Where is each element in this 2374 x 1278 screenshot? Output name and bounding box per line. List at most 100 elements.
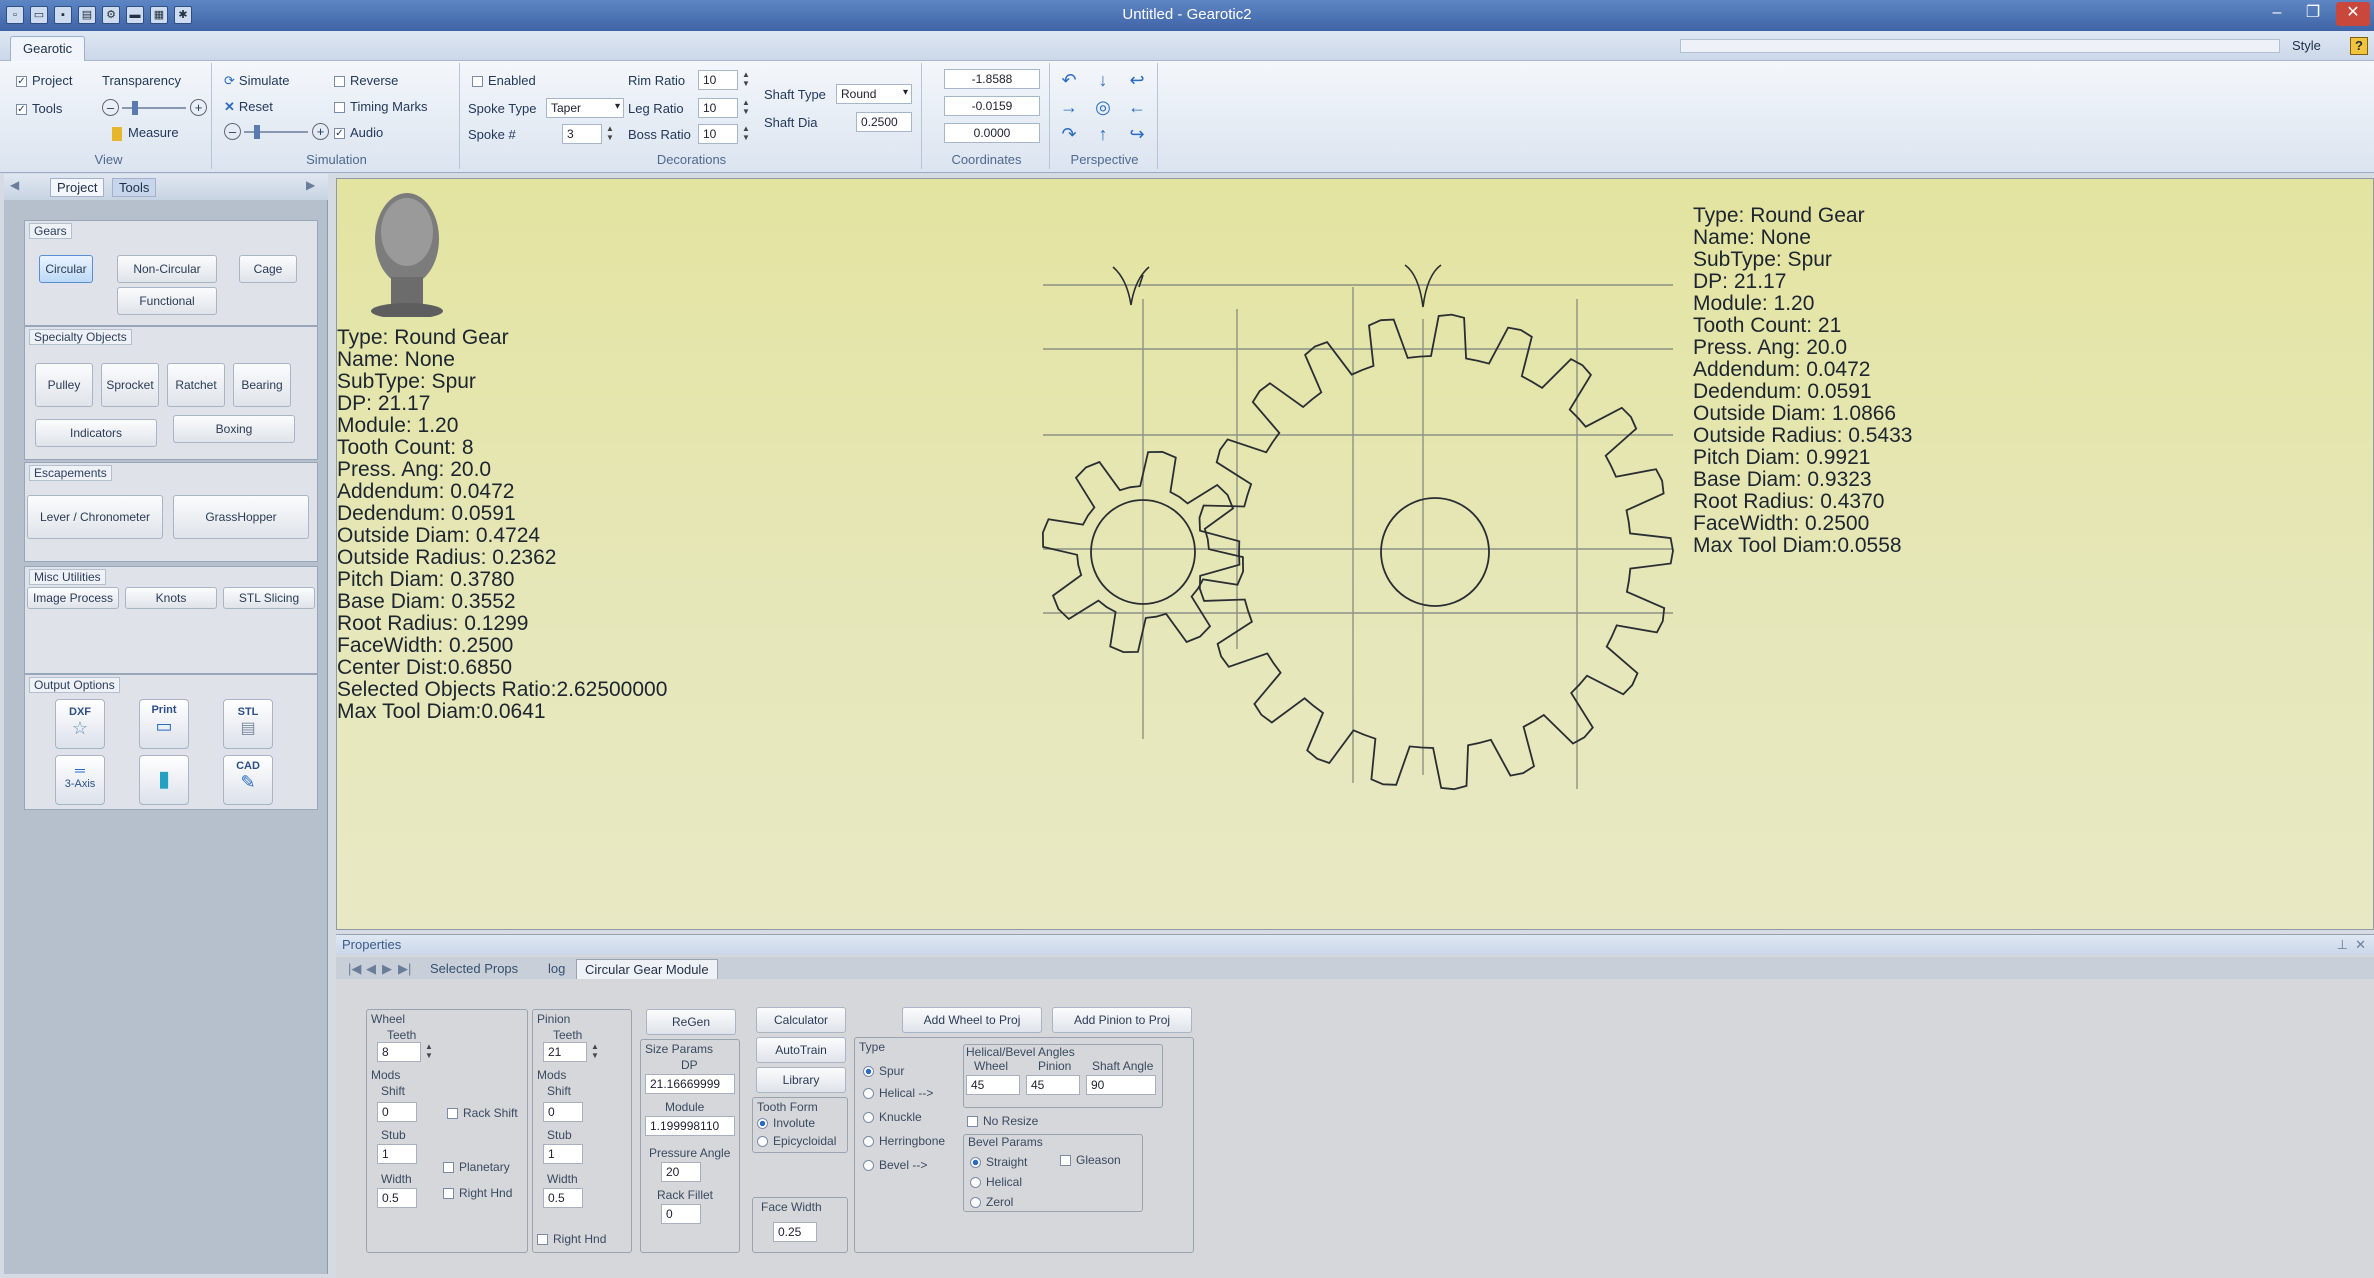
- circular-button[interactable]: Circular: [39, 255, 93, 283]
- transparency-slider[interactable]: – +: [102, 99, 212, 117]
- minimize-button[interactable]: –: [2260, 2, 2294, 26]
- wheel-teeth-stepper[interactable]: ▲▼: [423, 1042, 435, 1062]
- rim-ratio-stepper[interactable]: ▲▼: [740, 70, 752, 90]
- epicycloidal-radio[interactable]: Epicycloidal: [757, 1134, 836, 1148]
- tab-selected-props[interactable]: Selected Props: [422, 959, 526, 979]
- no-resize-checkbox[interactable]: No Resize: [967, 1114, 1038, 1128]
- simulate-button[interactable]: ⟳Simulate: [224, 73, 289, 89]
- functional-button[interactable]: Functional: [117, 287, 217, 315]
- angle-wheel-field[interactable]: 45: [966, 1075, 1020, 1095]
- three-axis-output-button[interactable]: ═3-Axis: [55, 755, 105, 805]
- tab-tools[interactable]: Tools: [112, 178, 156, 197]
- coord-x-field[interactable]: -1.8588: [944, 69, 1040, 89]
- pinion-stub-field[interactable]: 1: [543, 1144, 583, 1164]
- shaft-type-select[interactable]: Round: [836, 84, 912, 104]
- print-output-button[interactable]: Print▭: [139, 699, 189, 749]
- decorations-enabled-checkbox[interactable]: Enabled: [472, 73, 536, 88]
- coord-z-field[interactable]: 0.0000: [944, 123, 1040, 143]
- rotate-right-icon[interactable]: ↷: [1058, 123, 1080, 145]
- pinion-width-field[interactable]: 0.5: [543, 1188, 583, 1208]
- herringbone-radio[interactable]: Herringbone: [863, 1134, 945, 1148]
- involute-radio[interactable]: Involute: [757, 1116, 815, 1130]
- pinion-right-hand-checkbox[interactable]: Right Hnd: [537, 1232, 606, 1246]
- pulley-button[interactable]: Pulley: [35, 363, 93, 407]
- add-wheel-button[interactable]: Add Wheel to Proj: [902, 1007, 1042, 1033]
- center-view-icon[interactable]: ◎: [1092, 96, 1114, 118]
- tools-checkbox[interactable]: ✓Tools: [16, 101, 62, 116]
- tab-project[interactable]: Project: [50, 178, 104, 197]
- knuckle-radio[interactable]: Knuckle: [863, 1110, 922, 1124]
- leg-ratio-stepper[interactable]: ▲▼: [740, 98, 752, 118]
- autotrain-button[interactable]: AutoTrain: [756, 1037, 846, 1063]
- maximize-button[interactable]: ❐: [2296, 2, 2330, 26]
- regen-button[interactable]: ReGen: [646, 1009, 736, 1035]
- planetary-checkbox[interactable]: Planetary: [443, 1160, 510, 1174]
- tab-last-icon[interactable]: ▶|: [390, 959, 419, 979]
- audio-checkbox[interactable]: ✓Audio: [334, 125, 383, 140]
- tab-log[interactable]: log: [540, 959, 573, 979]
- helical-radio[interactable]: Helical -->: [863, 1086, 933, 1100]
- ratchet-button[interactable]: Ratchet: [167, 363, 225, 407]
- bevel-helical-radio[interactable]: Helical: [970, 1175, 1022, 1189]
- reset-button[interactable]: ✕Reset: [224, 99, 273, 115]
- leg-ratio-field[interactable]: 10: [698, 98, 738, 118]
- wheel-teeth-field[interactable]: 8: [377, 1042, 421, 1062]
- pin-icon[interactable]: ⊥: [2337, 937, 2348, 953]
- shaft-dia-field[interactable]: 0.2500: [856, 112, 912, 132]
- shaft-angle-field[interactable]: 90: [1086, 1075, 1156, 1095]
- dp-field[interactable]: 21.16669999: [645, 1074, 735, 1094]
- grasshopper-button[interactable]: GrassHopper: [173, 495, 309, 539]
- cage-button[interactable]: Cage: [239, 255, 297, 283]
- pinion-teeth-field[interactable]: 21: [543, 1042, 587, 1062]
- style-menu[interactable]: Style: [2292, 38, 2321, 53]
- bearing-button[interactable]: Bearing: [233, 363, 291, 407]
- coord-y-field[interactable]: -0.0159: [944, 96, 1040, 116]
- non-circular-button[interactable]: Non-Circular: [117, 255, 217, 283]
- arrow-left-icon[interactable]: ←: [1126, 96, 1148, 118]
- arrow-down-icon[interactable]: ↓: [1092, 69, 1114, 91]
- pinion-shift-field[interactable]: 0: [543, 1102, 583, 1122]
- panel-left-arrow-icon[interactable]: ◀: [10, 178, 19, 192]
- boss-ratio-field[interactable]: 10: [698, 124, 738, 144]
- sprocket-button[interactable]: Sprocket: [101, 363, 159, 407]
- boss-ratio-stepper[interactable]: ▲▼: [740, 124, 752, 144]
- dxf-output-button[interactable]: DXF☆: [55, 699, 105, 749]
- angle-pinion-field[interactable]: 45: [1026, 1075, 1080, 1095]
- rim-ratio-field[interactable]: 10: [698, 70, 738, 90]
- panel-right-arrow-icon[interactable]: ▶: [306, 178, 315, 192]
- close-button[interactable]: ✕: [2336, 2, 2370, 26]
- gleason-checkbox[interactable]: Gleason: [1060, 1153, 1121, 1167]
- spoke-type-select[interactable]: Taper: [546, 98, 624, 118]
- timing-marks-checkbox[interactable]: Timing Marks: [334, 99, 428, 114]
- straight-radio[interactable]: Straight: [970, 1155, 1027, 1169]
- project-checkbox[interactable]: ✓Project: [16, 73, 72, 88]
- face-width-field[interactable]: 0.25: [773, 1222, 817, 1242]
- speed-slider[interactable]: – +: [224, 123, 334, 141]
- rack-shift-checkbox[interactable]: Rack Shift: [447, 1106, 518, 1120]
- bevel-radio[interactable]: Bevel -->: [863, 1158, 927, 1172]
- arrow-right-icon[interactable]: →: [1058, 96, 1080, 118]
- stl-output-button[interactable]: STL▤: [223, 699, 273, 749]
- wheel-shift-field[interactable]: 0: [377, 1102, 417, 1122]
- spoke-count-field[interactable]: 3: [562, 124, 602, 144]
- cad-output-button[interactable]: CAD✎: [223, 755, 273, 805]
- measure-button[interactable]: Measure: [112, 125, 179, 141]
- lever-chronometer-button[interactable]: Lever / Chronometer: [27, 495, 163, 539]
- add-pinion-button[interactable]: Add Pinion to Proj: [1052, 1007, 1192, 1033]
- module-field[interactable]: 1.199998110: [645, 1116, 735, 1136]
- wheel-width-field[interactable]: 0.5: [377, 1188, 417, 1208]
- zerol-radio[interactable]: Zerol: [970, 1195, 1013, 1209]
- rack-fillet-field[interactable]: 0: [661, 1204, 701, 1224]
- tab-gearotic[interactable]: Gearotic: [10, 36, 85, 62]
- rotate-left-icon[interactable]: ↶: [1058, 69, 1080, 91]
- image-process-button[interactable]: Image Process: [27, 587, 119, 609]
- spur-radio[interactable]: Spur: [863, 1064, 904, 1078]
- machine-output-button[interactable]: ▮: [139, 755, 189, 805]
- library-button[interactable]: Library: [756, 1067, 846, 1093]
- tab-circular-gear-module[interactable]: Circular Gear Module: [576, 959, 718, 979]
- gear-viewport[interactable]: Type: Round GearName: NoneSubType: SpurD…: [336, 178, 2374, 930]
- redo-arrow-icon[interactable]: ↪: [1126, 123, 1148, 145]
- help-icon[interactable]: ?: [2350, 37, 2368, 55]
- undo-arrow-icon[interactable]: ↩: [1126, 69, 1148, 91]
- pinion-teeth-stepper[interactable]: ▲▼: [589, 1042, 601, 1062]
